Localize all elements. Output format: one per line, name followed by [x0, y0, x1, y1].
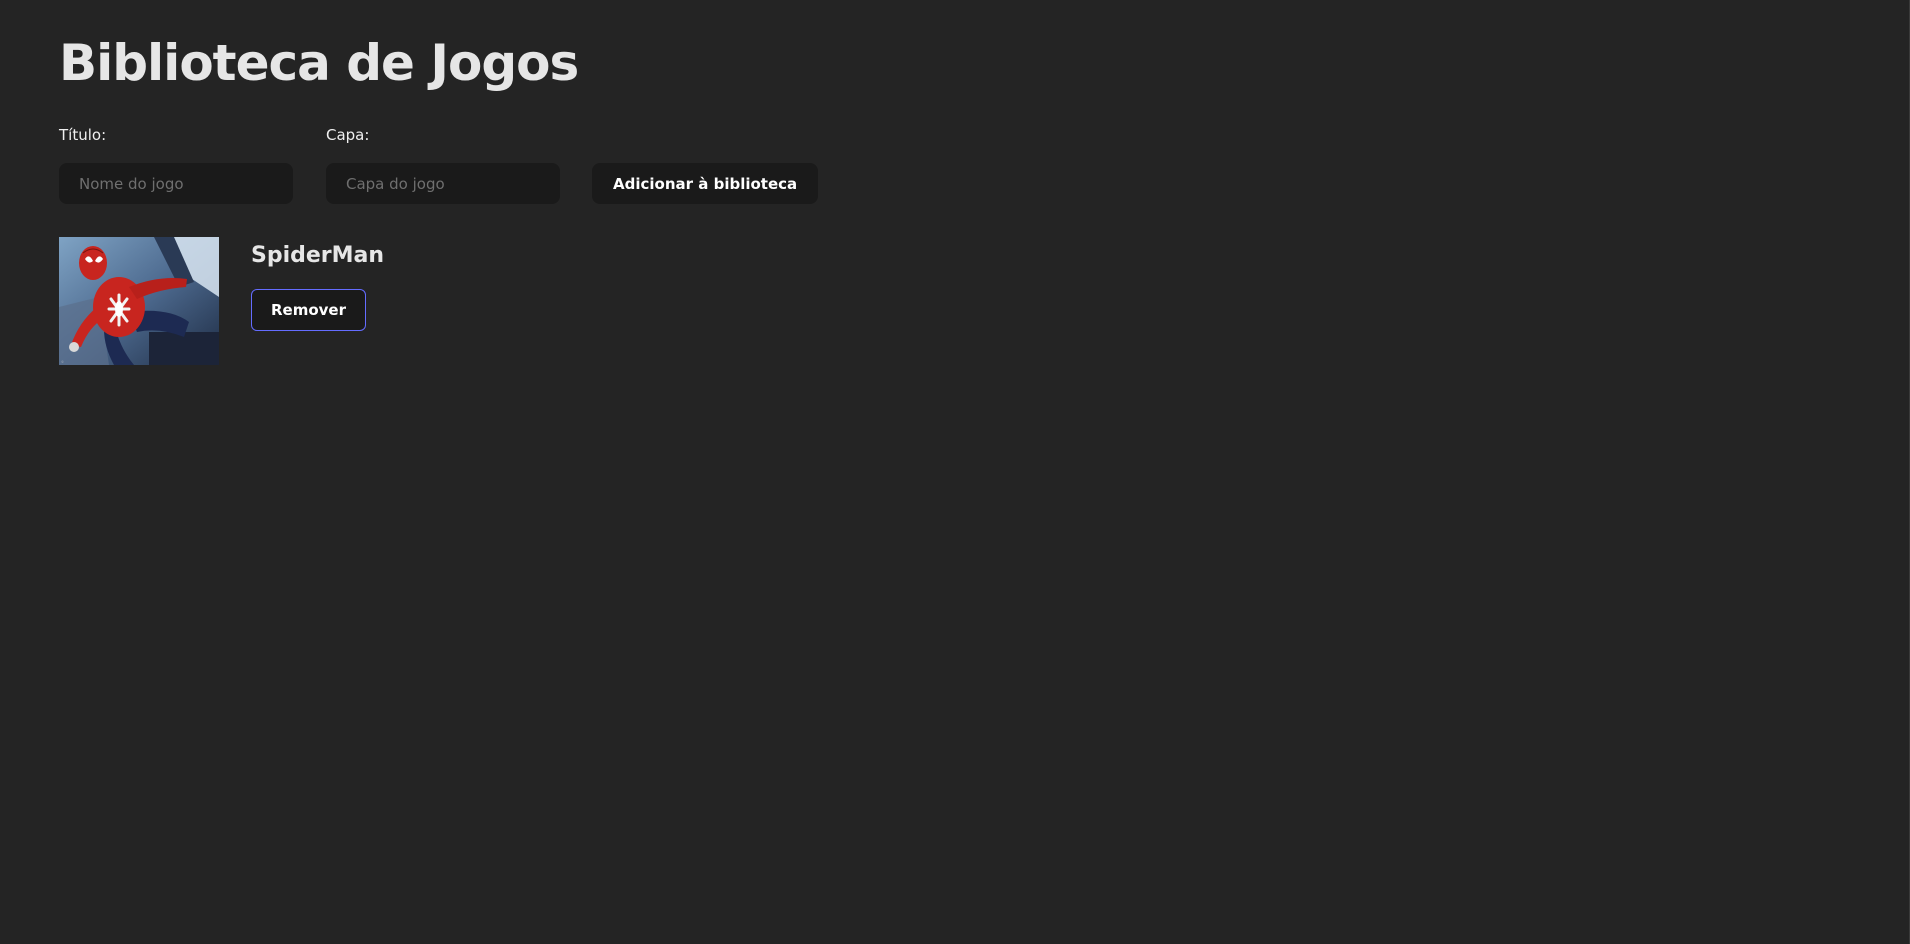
svg-text:©: © — [61, 360, 64, 364]
game-cover-image: © — [59, 237, 219, 365]
remove-game-button[interactable]: Remover — [251, 289, 367, 331]
cover-field: Capa: — [326, 124, 560, 204]
page-title: Biblioteca de Jogos — [59, 34, 579, 92]
game-title: SpiderMan — [251, 243, 385, 268]
title-input[interactable] — [59, 163, 293, 204]
title-label: Título: — [59, 126, 107, 144]
app-root: Biblioteca de Jogos Título: Capa: Adicio… — [0, 0, 1910, 944]
spiderman-cover-icon: © — [59, 237, 219, 365]
add-to-library-button[interactable]: Adicionar à biblioteca — [592, 163, 819, 204]
cover-label: Capa: — [326, 126, 370, 144]
cover-input[interactable] — [326, 163, 560, 204]
title-field: Título: — [59, 124, 293, 204]
